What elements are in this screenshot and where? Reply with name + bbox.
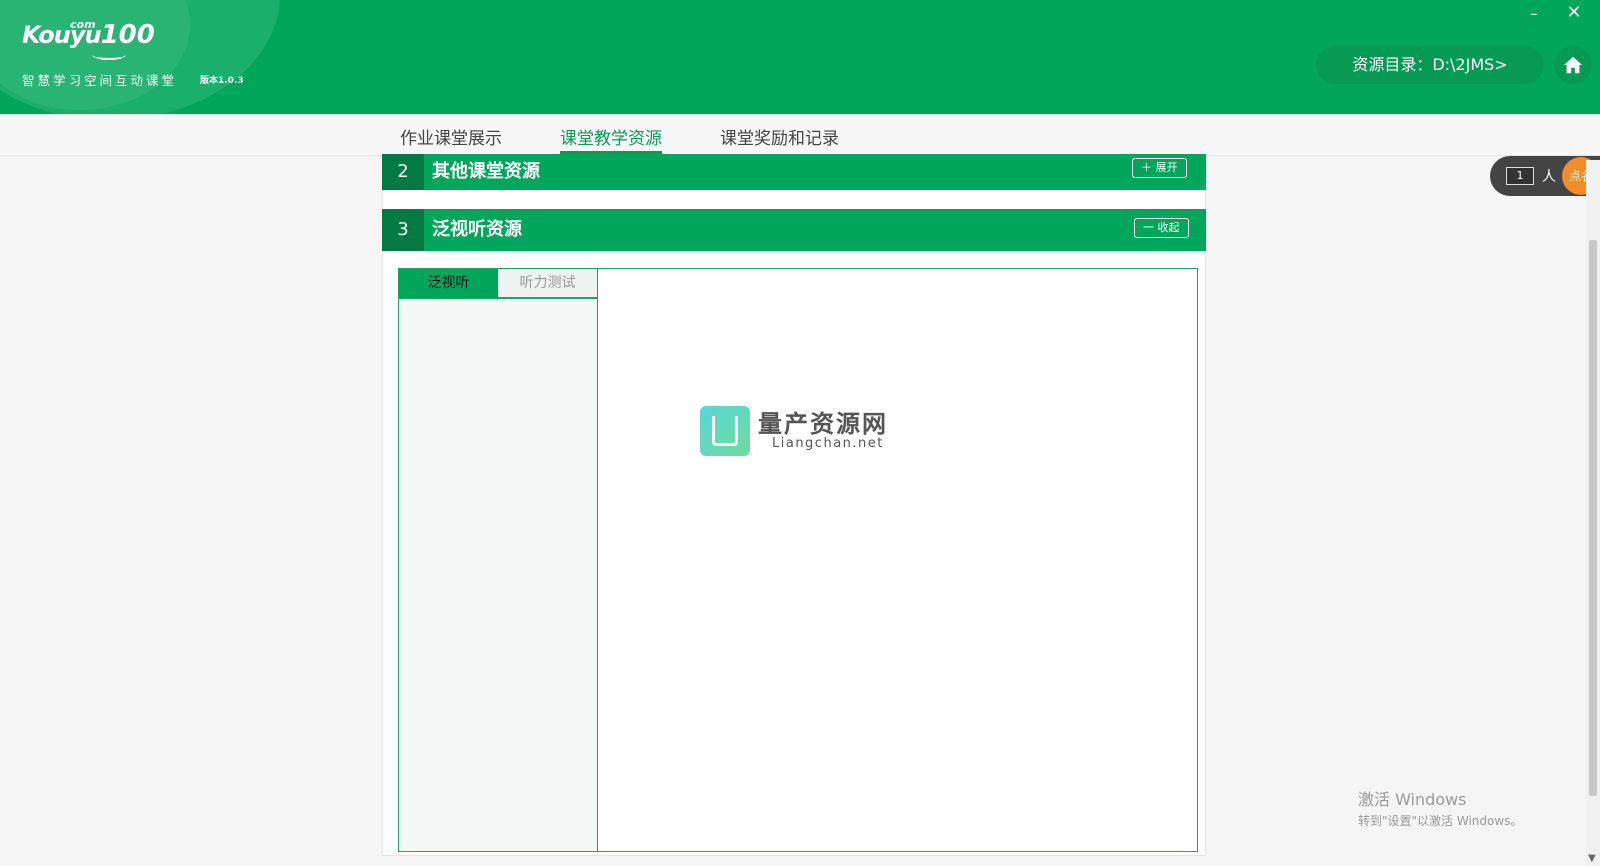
section-av-resources: 3 泛视听资源 一 收起 [382, 209, 1206, 251]
activation-title: 激活 Windows [1358, 790, 1467, 809]
close-button[interactable]: ✕ [1564, 2, 1584, 23]
section-number: 2 [382, 154, 424, 190]
app-version: 版本1.0.3 [200, 76, 244, 86]
minimize-button[interactable]: – [1524, 4, 1544, 23]
collapse-button[interactable]: 一 收起 [1134, 218, 1189, 238]
subtab-listening-test[interactable]: 听力测试 [498, 269, 597, 298]
activation-subtitle: 转到"设置"以激活 Windows。 [1358, 814, 1523, 828]
home-icon [1563, 56, 1583, 74]
home-button[interactable] [1554, 46, 1592, 84]
app-header: Kouyu100 com 智慧学习空间互动课堂 版本1.0.3 – ✕ 资源目录… [0, 0, 1600, 114]
person-unit: 人 [1542, 169, 1556, 185]
resource-list-pane: 泛视听 听力测试 [399, 269, 598, 851]
logo-swoosh-icon [92, 50, 126, 60]
section-other-resources: 2 其他课堂资源 ＋ 展开 [382, 154, 1206, 190]
section-title: 其他课堂资源 [432, 161, 540, 182]
windows-activation-notice: 激活 Windows 转到"设置"以激活 Windows。 [1358, 786, 1522, 829]
subtab-divider [399, 298, 598, 299]
section-title: 泛视听资源 [432, 219, 522, 240]
vertical-scrollbar[interactable]: ▼ [1586, 160, 1600, 866]
section-number: 3 [382, 209, 424, 251]
logo-com: com [70, 18, 96, 31]
app-subtitle: 智慧学习空间互动课堂 [22, 73, 178, 88]
scroll-down-icon[interactable]: ▼ [1588, 853, 1596, 864]
subtab-av[interactable]: 泛视听 [399, 269, 498, 298]
watermark-logo-icon [700, 406, 750, 456]
person-count[interactable]: 1 [1506, 167, 1534, 185]
scroll-thumb[interactable] [1589, 240, 1597, 796]
call-name-widget: 1 人 点名 [1490, 156, 1600, 196]
expand-button[interactable]: ＋ 展开 [1132, 158, 1187, 178]
tab-teaching-resources[interactable]: 课堂教学资源 [560, 124, 662, 154]
tab-homework-display[interactable]: 作业课堂展示 [400, 124, 502, 149]
tab-rewards-records[interactable]: 课堂奖励和记录 [720, 124, 839, 149]
watermark-title: 量产资源网 [758, 410, 888, 438]
logo-num: 100 [100, 20, 155, 50]
watermark-subtitle: Liangchan.net [772, 436, 884, 451]
av-resource-container: 泛视听 听力测试 [398, 268, 1198, 852]
app-logo: Kouyu100 com [22, 18, 155, 60]
resource-directory-button[interactable]: 资源目录：D:\2JMS> [1316, 46, 1544, 84]
main-tab-bar: 作业课堂展示 课堂教学资源 课堂奖励和记录 [0, 114, 1600, 156]
